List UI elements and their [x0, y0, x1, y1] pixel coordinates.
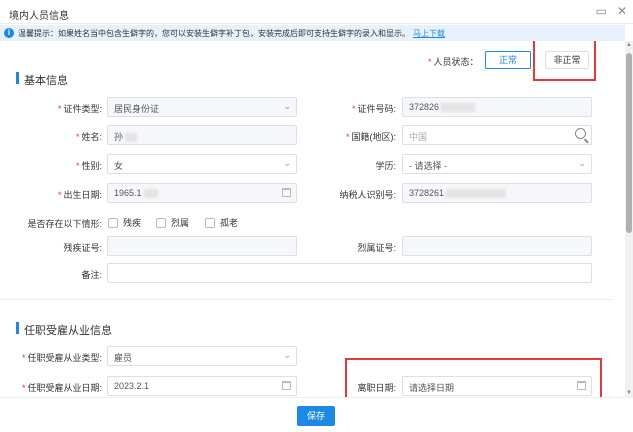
tax-id-field[interactable]: 3728261: [402, 183, 592, 203]
birth-label: * 出生日期:: [57, 190, 102, 200]
chevron-down-icon: ⌄: [283, 158, 291, 168]
martyr-no-label: 烈属证号:: [357, 243, 396, 253]
tax-id-label: 纳税人识别号:: [339, 190, 396, 200]
calendar-icon: [282, 381, 291, 390]
download-link[interactable]: 马上下载: [413, 29, 445, 38]
country-label: * 国籍(地区):: [345, 132, 396, 142]
checkbox-martyr[interactable]: 烈属: [156, 216, 189, 229]
form-content: * 人员状态： 正常 非正常 基本信息 * 证件类型: 居民身份证 ⌄ * 证件号码: …: [0, 41, 625, 397]
scroll-down-icon[interactable]: ▼: [625, 389, 633, 397]
employment-date-label: * 任职受雇从业日期:: [21, 383, 102, 393]
checkbox-disabled[interactable]: 残疾: [108, 216, 141, 229]
title-bar: 境内人员信息 ▭ ✕: [0, 0, 633, 24]
education-label: 学历:: [375, 161, 396, 171]
id-type-label: * 证件类型:: [57, 104, 102, 114]
status-label: * 人员状态：: [428, 57, 479, 67]
tip-banner: i 温馨提示：如果姓名当中包含生僻字的，您可以安装生僻字补丁包，安装完成后即可支…: [0, 25, 625, 41]
education-select[interactable]: - 请选择 - ⌄: [402, 154, 592, 174]
highlight-box-status: [533, 41, 596, 81]
tip-message: 温馨提示：如果姓名当中包含生僻字的，您可以安装生僻字补丁包，安装完成后即可支持生…: [18, 29, 445, 38]
section-basic-title: 基本信息: [16, 72, 68, 88]
name-field[interactable]: 孙: [107, 125, 297, 145]
employment-type-select[interactable]: 雇员 ⌄: [107, 346, 297, 366]
highlight-box-leave-date: [345, 358, 602, 397]
remark-field[interactable]: [107, 263, 592, 283]
scroll-up-icon[interactable]: ▲: [625, 41, 633, 49]
martyr-no-field[interactable]: [402, 236, 592, 256]
window-title: 境内人员信息: [9, 11, 69, 22]
scroll-thumb[interactable]: [626, 53, 632, 233]
id-number-label: * 证件号码:: [351, 104, 396, 114]
employment-type-label: * 任职受雇从业类型:: [21, 353, 102, 363]
exists-label: 是否存在以下情形:: [27, 219, 102, 229]
calendar-icon: [282, 188, 291, 197]
country-field[interactable]: 中国: [402, 125, 592, 145]
checkbox-elderly[interactable]: 孤老: [205, 216, 238, 229]
disabled-no-label: 残疾证号:: [63, 243, 102, 253]
birth-date-field[interactable]: 1965.1: [107, 183, 297, 203]
chevron-down-icon: ⌄: [283, 350, 291, 360]
status-normal-button[interactable]: 正常: [485, 51, 531, 69]
info-icon: i: [4, 28, 14, 38]
section-divider: [0, 299, 612, 300]
footer: 保存: [0, 397, 633, 432]
search-icon[interactable]: [575, 128, 586, 139]
remark-label: 备注:: [81, 270, 102, 280]
disabled-no-field[interactable]: [107, 236, 297, 256]
chevron-down-icon: ⌄: [283, 101, 291, 111]
gender-select[interactable]: 女 ⌄: [107, 154, 297, 174]
id-number-field[interactable]: 372826: [402, 97, 592, 117]
name-label: * 姓名:: [75, 132, 102, 142]
employment-date-field[interactable]: 2023.2.1: [107, 376, 297, 396]
gender-label: * 性别:: [75, 161, 102, 171]
restore-icon[interactable]: ▭: [596, 4, 607, 18]
chevron-down-icon: ⌄: [578, 158, 586, 168]
id-type-select[interactable]: 居民身份证 ⌄: [107, 97, 297, 117]
save-button[interactable]: 保存: [297, 406, 335, 426]
section-employment-title: 任职受雇从业信息: [16, 322, 112, 338]
close-icon[interactable]: ✕: [617, 4, 627, 18]
vertical-scrollbar[interactable]: ▲ ▼: [625, 41, 633, 397]
